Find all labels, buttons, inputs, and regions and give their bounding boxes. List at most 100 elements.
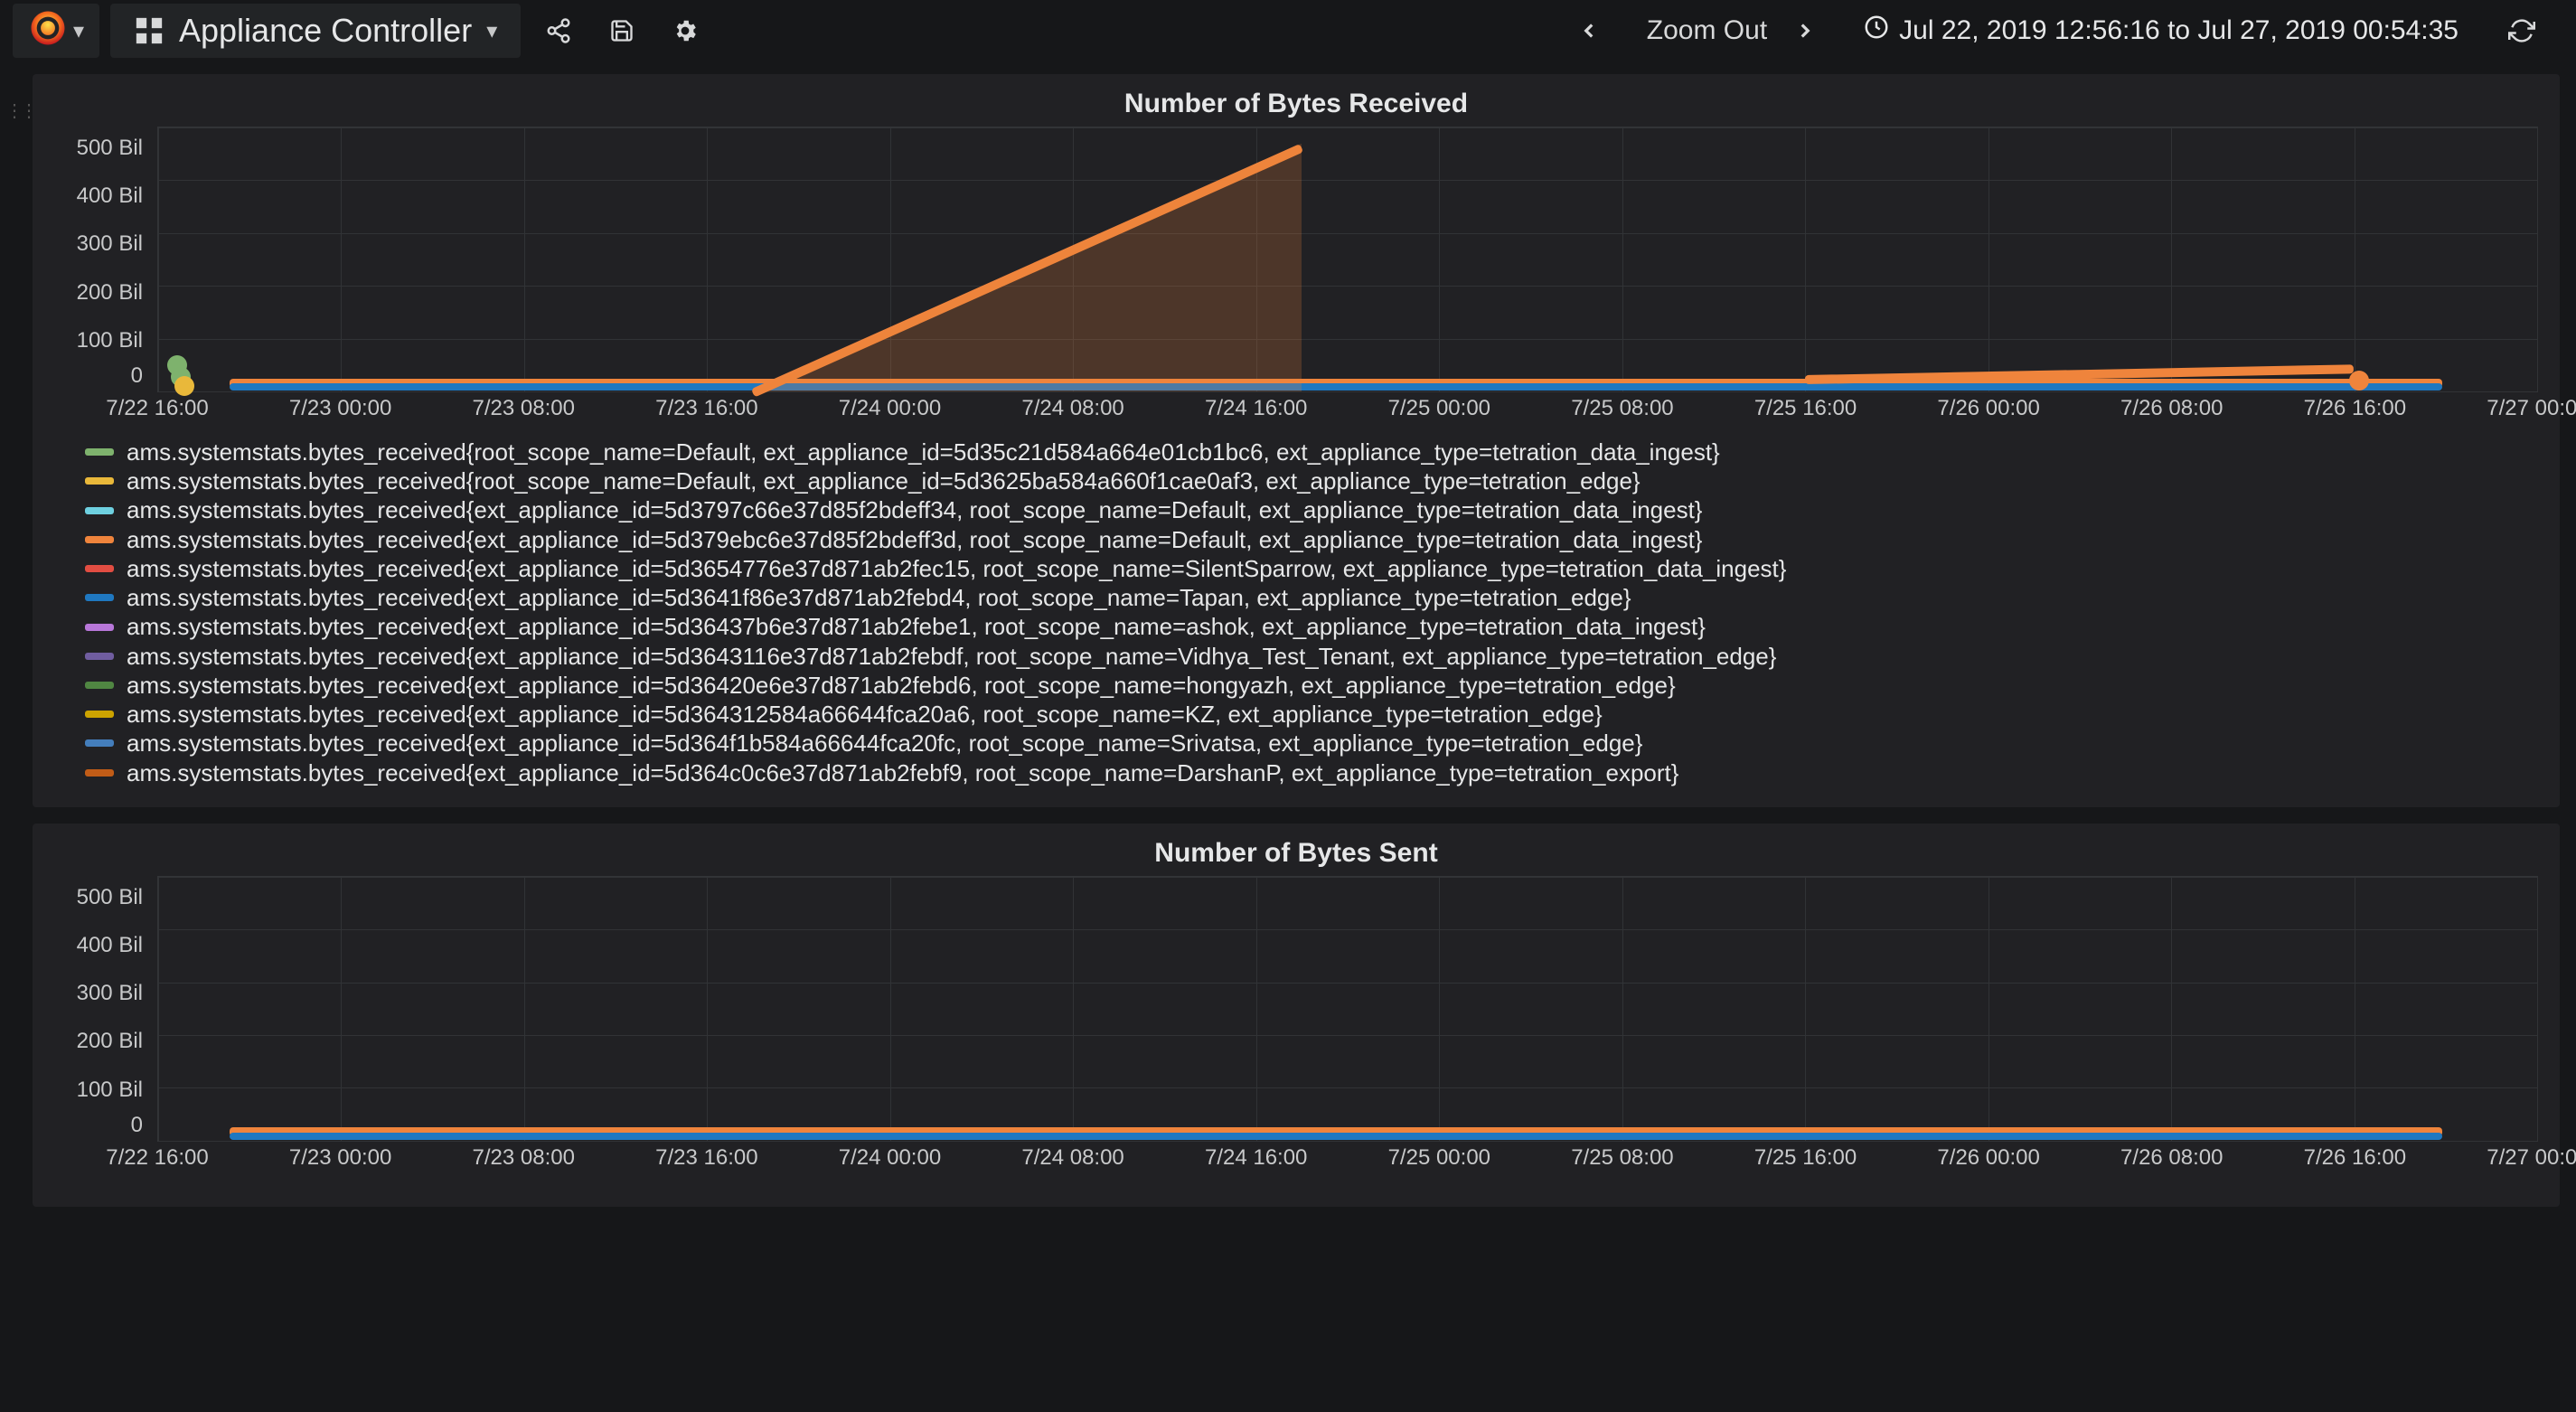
x-tick: 7/26 00:00 — [1937, 1145, 2039, 1171]
legend-swatch — [85, 739, 114, 747]
legend-label: ams.systemstats.bytes_received{ext_appli… — [127, 554, 1786, 583]
data-point — [2349, 371, 2369, 391]
settings-button[interactable] — [663, 9, 707, 52]
legend-label: ams.systemstats.bytes_received{root_scop… — [127, 438, 1720, 466]
save-button[interactable] — [600, 9, 644, 52]
dashboard-picker[interactable]: Appliance Controller ▾ — [110, 4, 521, 58]
x-tick: 7/24 16:00 — [1205, 1145, 1307, 1171]
x-tick: 7/23 08:00 — [473, 1145, 575, 1171]
dashboard-body: Number of Bytes Received 500 Bil 400 Bil… — [0, 61, 2576, 1239]
x-tick: 7/23 16:00 — [655, 1145, 757, 1171]
legend-label: ams.systemstats.bytes_received{ext_appli… — [127, 758, 1678, 787]
series-line — [230, 1133, 2442, 1140]
x-tick: 7/25 16:00 — [1754, 1145, 1857, 1171]
legend-swatch — [85, 507, 114, 514]
legend-label: ams.systemstats.bytes_received{root_scop… — [127, 466, 1641, 495]
top-navbar: ▾ Appliance Controller ▾ Zoom Out Jul 22… — [0, 0, 2576, 61]
x-tick: 7/25 16:00 — [1754, 396, 1857, 421]
legend-item[interactable]: ams.systemstats.bytes_received{ext_appli… — [85, 642, 2507, 671]
logo-caret-icon: ▾ — [73, 18, 84, 44]
legend-swatch — [85, 448, 114, 456]
x-axis: 7/22 16:007/23 00:007/23 08:007/23 16:00… — [157, 396, 2538, 423]
y-tick: 300 Bil — [54, 231, 148, 257]
x-tick: 7/25 08:00 — [1571, 396, 1673, 421]
plot-area[interactable] — [157, 127, 2538, 392]
zoom-out-button[interactable]: Zoom Out — [1647, 15, 1767, 46]
legend-item[interactable]: ams.systemstats.bytes_received{ext_appli… — [85, 612, 2507, 641]
panel-title[interactable]: Number of Bytes Received — [43, 83, 2549, 127]
grafana-logo-button[interactable]: ▾ — [13, 4, 99, 58]
x-tick: 7/25 00:00 — [1388, 396, 1490, 421]
x-tick: 7/24 16:00 — [1205, 396, 1307, 421]
legend-item[interactable]: ams.systemstats.bytes_received{ext_appli… — [85, 525, 2507, 554]
y-tick: 500 Bil — [54, 136, 148, 161]
chart-area[interactable]: 500 Bil 400 Bil 300 Bil 200 Bil 100 Bil … — [54, 876, 2538, 1172]
legend-label: ams.systemstats.bytes_received{ext_appli… — [127, 700, 1603, 729]
legend-swatch — [85, 594, 114, 601]
legend-item[interactable]: ams.systemstats.bytes_received{ext_appli… — [85, 495, 2507, 524]
row-drag-handle-icon[interactable]: ⋮⋮ — [5, 99, 34, 122]
x-tick: 7/27 00:00 — [2487, 396, 2576, 421]
legend-item[interactable]: ams.systemstats.bytes_received{ext_appli… — [85, 554, 2507, 583]
x-tick: 7/25 08:00 — [1571, 1145, 1673, 1171]
x-tick: 7/23 00:00 — [289, 1145, 391, 1171]
legend-label: ams.systemstats.bytes_received{ext_appli… — [127, 583, 1631, 612]
y-tick: 500 Bil — [54, 885, 148, 910]
time-next-button[interactable] — [1783, 9, 1827, 52]
y-axis: 500 Bil 400 Bil 300 Bil 200 Bil 100 Bil … — [54, 876, 148, 1142]
share-button[interactable] — [537, 9, 580, 52]
x-tick: 7/23 00:00 — [289, 396, 391, 421]
x-tick: 7/26 08:00 — [2120, 396, 2223, 421]
x-tick: 7/25 00:00 — [1388, 1145, 1490, 1171]
dashboard-icon — [134, 15, 165, 46]
y-axis: 500 Bil 400 Bil 300 Bil 200 Bil 100 Bil … — [54, 127, 148, 392]
legend-label: ams.systemstats.bytes_received{ext_appli… — [127, 671, 1676, 700]
legend-swatch — [85, 477, 114, 485]
panel-bytes-sent: Number of Bytes Sent 500 Bil 400 Bil 300… — [33, 824, 2560, 1207]
y-tick: 100 Bil — [54, 328, 148, 353]
legend-item[interactable]: ams.systemstats.bytes_received{root_scop… — [85, 438, 2507, 466]
x-axis: 7/22 16:007/23 00:007/23 08:007/23 16:00… — [157, 1145, 2538, 1172]
y-tick: 0 — [54, 1113, 148, 1138]
legend-item[interactable]: ams.systemstats.bytes_received{ext_appli… — [85, 729, 2507, 758]
x-tick: 7/24 00:00 — [839, 1145, 941, 1171]
legend-swatch — [85, 711, 114, 718]
series-line — [230, 383, 2442, 391]
refresh-button[interactable] — [2500, 9, 2543, 52]
y-tick: 400 Bil — [54, 184, 148, 209]
time-range-text: Jul 22, 2019 12:56:16 to Jul 27, 2019 00… — [1899, 15, 2458, 46]
legend-swatch — [85, 653, 114, 660]
x-tick: 7/27 00:00 — [2487, 1145, 2576, 1171]
y-tick: 200 Bil — [54, 1029, 148, 1054]
y-tick: 0 — [54, 363, 148, 389]
x-tick: 7/26 08:00 — [2120, 1145, 2223, 1171]
title-caret-icon: ▾ — [486, 18, 497, 44]
data-point — [174, 376, 194, 396]
time-range-picker[interactable]: Jul 22, 2019 12:56:16 to Jul 27, 2019 00… — [1863, 14, 2458, 48]
legend — [43, 1172, 2549, 1192]
y-tick: 400 Bil — [54, 933, 148, 958]
legend-item[interactable]: ams.systemstats.bytes_received{root_scop… — [85, 466, 2507, 495]
panel-title[interactable]: Number of Bytes Sent — [43, 833, 2549, 876]
legend-item[interactable]: ams.systemstats.bytes_received{ext_appli… — [85, 671, 2507, 700]
chart-area[interactable]: 500 Bil 400 Bil 300 Bil 200 Bil 100 Bil … — [54, 127, 2538, 423]
x-tick: 7/23 16:00 — [655, 396, 757, 421]
time-prev-button[interactable] — [1567, 9, 1611, 52]
x-tick: 7/24 08:00 — [1021, 1145, 1123, 1171]
legend: ams.systemstats.bytes_received{root_scop… — [43, 423, 2549, 793]
legend-item[interactable]: ams.systemstats.bytes_received{ext_appli… — [85, 700, 2507, 729]
x-tick: 7/23 08:00 — [473, 396, 575, 421]
plot-area[interactable] — [157, 876, 2538, 1142]
legend-swatch — [85, 682, 114, 689]
x-tick: 7/26 00:00 — [1937, 396, 2039, 421]
legend-item[interactable]: ams.systemstats.bytes_received{ext_appli… — [85, 583, 2507, 612]
legend-swatch — [85, 536, 114, 543]
legend-label: ams.systemstats.bytes_received{ext_appli… — [127, 612, 1706, 641]
panel-bytes-received: Number of Bytes Received 500 Bil 400 Bil… — [33, 74, 2560, 807]
y-tick: 100 Bil — [54, 1078, 148, 1103]
x-tick: 7/22 16:00 — [106, 1145, 208, 1171]
legend-item[interactable]: ams.systemstats.bytes_received{ext_appli… — [85, 758, 2507, 787]
legend-swatch — [85, 565, 114, 572]
legend-label: ams.systemstats.bytes_received{ext_appli… — [127, 525, 1703, 554]
legend-label: ams.systemstats.bytes_received{ext_appli… — [127, 729, 1642, 758]
